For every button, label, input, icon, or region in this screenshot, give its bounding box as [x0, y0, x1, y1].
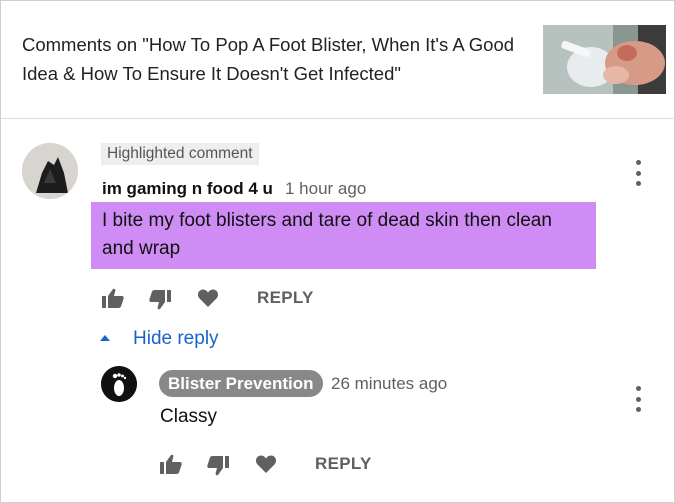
- reply-heart-icon[interactable]: [255, 454, 277, 479]
- reply-more-options-icon[interactable]: [633, 386, 643, 412]
- reply-avatar[interactable]: [101, 366, 137, 402]
- reply-author-badge[interactable]: Blister Prevention: [159, 370, 323, 397]
- hide-reply-label: Hide reply: [133, 328, 219, 349]
- reply-text: Classy: [160, 406, 218, 427]
- avatar-image: [22, 143, 78, 199]
- footprint-icon: [101, 366, 137, 402]
- comment-author[interactable]: im gaming n food 4 u: [102, 178, 273, 200]
- dislike-icon[interactable]: [149, 290, 171, 315]
- caret-up-icon: [100, 335, 110, 341]
- comments-header: Comments on "How To Pop A Foot Blister, …: [0, 0, 675, 119]
- reply-reply-button[interactable]: REPLY: [315, 454, 372, 474]
- highlighted-comment-badge: Highlighted comment: [101, 143, 259, 165]
- reply-dislike-icon[interactable]: [207, 456, 229, 481]
- comment-text: I bite my foot blisters and tare of dead…: [91, 202, 596, 269]
- reply-like-icon[interactable]: [160, 454, 182, 479]
- video-thumbnail-image: [543, 25, 666, 94]
- comment-more-options-icon[interactable]: [633, 160, 643, 186]
- page-title: Comments on "How To Pop A Foot Blister, …: [22, 34, 515, 84]
- hide-reply-toggle[interactable]: Hide reply: [100, 328, 219, 350]
- video-thumbnail[interactable]: [543, 25, 666, 94]
- comment-timestamp[interactable]: 1 hour ago: [285, 178, 366, 200]
- like-icon[interactable]: [102, 288, 124, 313]
- reply-button[interactable]: REPLY: [257, 288, 314, 308]
- reply-timestamp[interactable]: 26 minutes ago: [331, 373, 447, 395]
- heart-icon[interactable]: [197, 288, 219, 313]
- avatar[interactable]: [22, 143, 78, 199]
